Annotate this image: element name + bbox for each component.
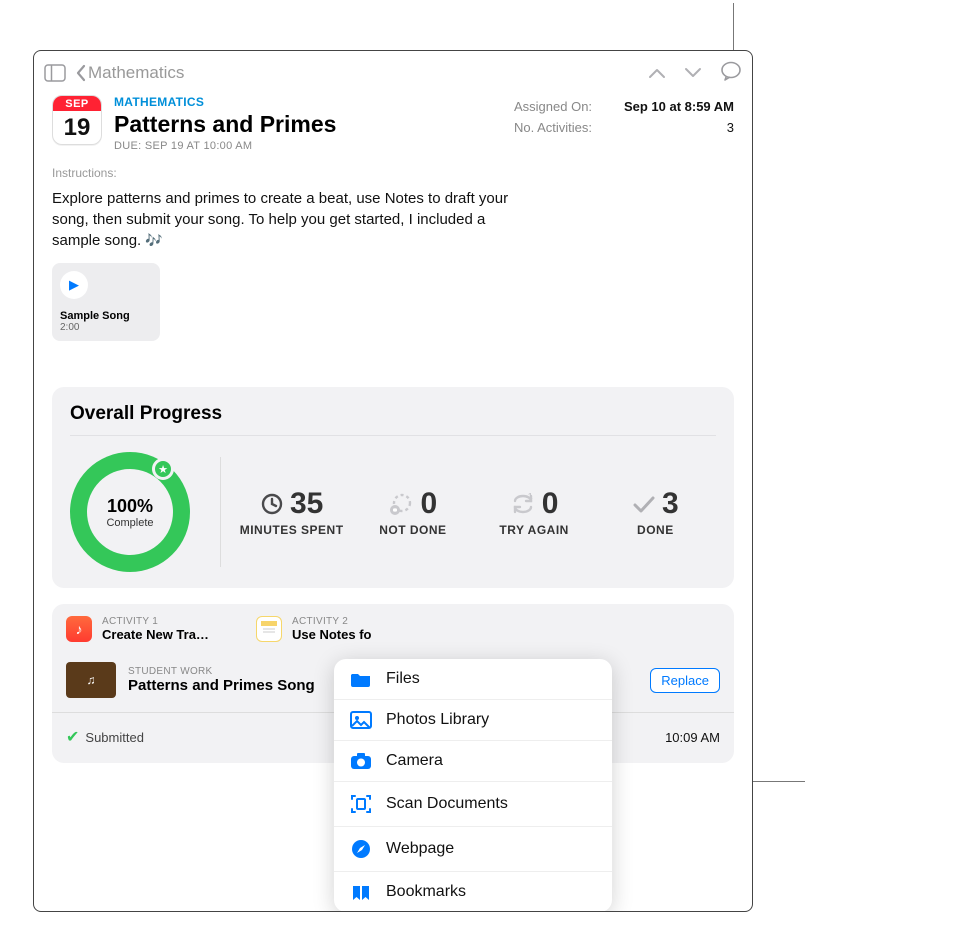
menu-photos-library[interactable]: Photos Library xyxy=(334,700,612,741)
star-badge-icon: ★ xyxy=(152,458,174,480)
assignment-title: Patterns and Primes xyxy=(114,111,336,138)
submitted-time: 10:09 AM xyxy=(665,730,720,745)
progress-title: Overall Progress xyxy=(70,403,716,425)
navbar: Mathematics xyxy=(34,51,752,95)
stat-done: 3 DONE xyxy=(595,487,716,537)
progress-percent-sub: Complete xyxy=(106,517,153,529)
student-work-label: STUDENT WORK xyxy=(128,666,315,677)
activity-1-label: ACTIVITY 1 xyxy=(102,616,232,627)
due-label: DUE: SEP 19 AT 10:00 AM xyxy=(114,140,336,152)
clock-icon xyxy=(260,492,284,516)
menu-bookmarks[interactable]: Bookmarks xyxy=(334,872,612,912)
prev-assignment-button[interactable] xyxy=(648,63,666,84)
photos-icon xyxy=(350,711,372,729)
progress-percent: 100% xyxy=(107,496,153,517)
activity-1-name: Create New Tra… xyxy=(102,627,232,642)
camera-icon xyxy=(350,752,372,770)
activity-2-label: ACTIVITY 2 xyxy=(292,616,422,627)
student-work-thumbnail[interactable]: ♫ xyxy=(66,662,116,698)
retry-icon: 1 xyxy=(510,493,536,515)
not-done-icon xyxy=(389,492,415,516)
sidebar-toggle-icon[interactable] xyxy=(44,64,66,82)
safari-icon xyxy=(350,838,372,860)
bookmarks-icon xyxy=(350,883,372,901)
menu-scan-documents[interactable]: Scan Documents xyxy=(334,782,612,827)
folder-icon xyxy=(350,670,372,688)
attachment-source-menu: Files Photos Library Camera Scan Documen… xyxy=(334,659,612,912)
back-button[interactable]: Mathematics xyxy=(74,63,184,83)
stat-not-done: 0 NOT DONE xyxy=(352,487,473,537)
instructions-label: Instructions: xyxy=(52,166,734,180)
activity-2-name: Use Notes fo xyxy=(292,627,422,642)
stat-try-again: 10 TRY AGAIN xyxy=(474,487,595,537)
play-icon[interactable]: ▶ xyxy=(60,271,88,299)
scan-icon xyxy=(350,793,372,815)
overall-progress-card: Overall Progress 100% Complete ★ 35 MINU… xyxy=(52,387,734,588)
calendar-month: SEP xyxy=(53,96,101,111)
menu-webpage[interactable]: Webpage xyxy=(334,827,612,872)
stat-minutes: 35 MINUTES SPENT xyxy=(231,487,352,537)
calendar-day: 19 xyxy=(53,111,101,144)
student-work-name: Patterns and Primes Song xyxy=(128,677,315,694)
calendar-icon: SEP 19 xyxy=(52,95,102,145)
menu-camera[interactable]: Camera xyxy=(334,741,612,782)
activities-count-value: 3 xyxy=(727,120,734,135)
submitted-label: Submitted xyxy=(85,730,144,745)
sample-title: Sample Song xyxy=(60,310,152,322)
activity-1[interactable]: ♪ ACTIVITY 1 Create New Tra… xyxy=(66,616,236,642)
sample-duration: 2:00 xyxy=(60,322,152,333)
app-frame: Mathematics SEP 19 MATHEMATICS Patterns … xyxy=(33,50,753,912)
replace-button[interactable]: Replace xyxy=(650,668,720,693)
messages-button[interactable] xyxy=(720,61,742,86)
sample-song-card[interactable]: ▶ Sample Song 2:00 xyxy=(52,263,160,341)
next-assignment-button[interactable] xyxy=(684,63,702,84)
assigned-on-value: Sep 10 at 8:59 AM xyxy=(624,99,734,114)
instructions-body: Explore patterns and primes to create a … xyxy=(52,188,512,251)
activity-2[interactable]: ACTIVITY 2 Use Notes fo xyxy=(256,616,426,642)
progress-ring: 100% Complete ★ xyxy=(70,452,190,572)
notes-icon xyxy=(256,616,282,642)
assigned-on-label: Assigned On: xyxy=(514,99,592,114)
menu-files[interactable]: Files xyxy=(334,659,612,700)
activities-count-label: No. Activities: xyxy=(514,120,592,135)
svg-text:1: 1 xyxy=(528,493,533,501)
submitted-check-icon: ✔ xyxy=(66,727,79,747)
subject-label: MATHEMATICS xyxy=(114,95,336,109)
check-icon xyxy=(632,494,656,514)
back-label: Mathematics xyxy=(88,63,184,83)
garageband-icon: ♪ xyxy=(66,616,92,642)
callout-line-vertical xyxy=(733,3,734,50)
music-notes-icon: 🎶 xyxy=(145,232,162,248)
